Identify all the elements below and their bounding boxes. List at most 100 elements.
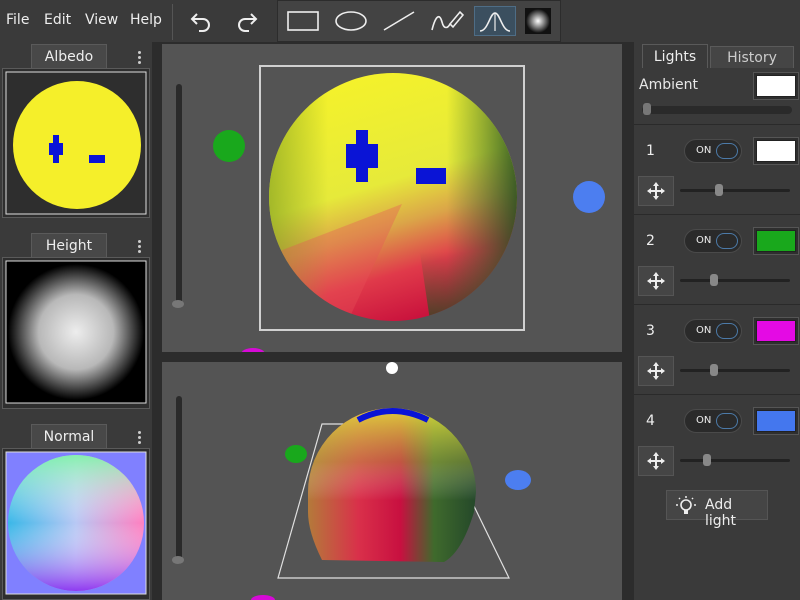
ambient-slider-knob[interactable] bbox=[643, 103, 651, 115]
tab-height[interactable]: Height bbox=[31, 233, 107, 257]
light-3-handle[interactable] bbox=[241, 348, 265, 352]
radial-gradient-tool[interactable] bbox=[520, 6, 556, 36]
layers-panel: Albedo Height Normal bbox=[0, 42, 152, 600]
menu-view[interactable]: View bbox=[85, 12, 118, 28]
light-3-handle-3d[interactable] bbox=[251, 595, 275, 600]
move-icon bbox=[647, 182, 665, 200]
tool-palette bbox=[277, 0, 561, 42]
normal-thumbnail-frame bbox=[2, 448, 150, 600]
menu-help[interactable]: Help bbox=[130, 12, 162, 28]
light-3-color-picker[interactable] bbox=[753, 317, 799, 345]
move-icon bbox=[647, 452, 665, 470]
divider bbox=[634, 304, 800, 305]
light-3-move-button[interactable] bbox=[638, 356, 674, 386]
bump-curve-icon bbox=[479, 12, 511, 32]
line-tool[interactable] bbox=[378, 6, 420, 36]
light-1-slider-knob[interactable] bbox=[715, 184, 723, 196]
radial-gradient-icon bbox=[525, 8, 551, 34]
ambient-slider[interactable] bbox=[642, 106, 792, 114]
lightbulb-icon bbox=[676, 496, 696, 514]
light-3-toggle[interactable]: ON bbox=[684, 319, 742, 343]
sphere-preview bbox=[269, 73, 517, 321]
normal-menu-icon[interactable] bbox=[138, 429, 142, 446]
light-1-toggle[interactable]: ON bbox=[684, 139, 742, 163]
light-1-color-picker[interactable] bbox=[753, 137, 799, 165]
bump-curve-tool[interactable] bbox=[474, 6, 516, 36]
light-2-handle[interactable] bbox=[213, 130, 245, 162]
toggle-knob bbox=[716, 143, 738, 159]
add-light-button[interactable]: Add light bbox=[666, 490, 768, 529]
divider bbox=[634, 214, 800, 215]
light-1-slider[interactable] bbox=[680, 189, 790, 192]
light-2-toggle[interactable]: ON bbox=[684, 229, 742, 253]
light-3-slider-knob[interactable] bbox=[710, 364, 718, 376]
light-2-swatch bbox=[756, 230, 796, 252]
menu-separator bbox=[172, 4, 173, 40]
light-4-handle[interactable] bbox=[573, 181, 605, 213]
light-1-handle[interactable] bbox=[386, 362, 398, 374]
albedo-thumbnail[interactable] bbox=[3, 69, 149, 217]
ellipse-icon bbox=[335, 11, 367, 31]
normal-thumbnail[interactable] bbox=[3, 449, 149, 599]
pencil-icon bbox=[431, 10, 464, 31]
light-2-handle-3d[interactable] bbox=[285, 445, 307, 463]
light-2-slider-knob[interactable] bbox=[710, 274, 718, 286]
light-4-slider-knob[interactable] bbox=[703, 454, 711, 466]
height-menu-icon[interactable] bbox=[138, 238, 142, 255]
rectangle-tool[interactable] bbox=[282, 6, 324, 36]
menu-edit[interactable]: Edit bbox=[44, 12, 71, 28]
ambient-label: Ambient bbox=[639, 77, 698, 93]
tab-normal[interactable]: Normal bbox=[31, 424, 107, 448]
zoom-slider-track-3d[interactable] bbox=[176, 396, 182, 564]
tab-albedo[interactable]: Albedo bbox=[31, 44, 107, 68]
light-2-color-picker[interactable] bbox=[753, 227, 799, 255]
viewport-area bbox=[152, 42, 634, 600]
divider bbox=[634, 124, 800, 125]
lights-panel: Lights History Ambient 1 ON 2 ON 3 ON 4 … bbox=[634, 42, 800, 600]
height-thumbnail-frame bbox=[2, 257, 150, 409]
light-1-move-button[interactable] bbox=[638, 176, 674, 206]
albedo-menu-icon[interactable] bbox=[138, 49, 142, 66]
albedo-mark-1-bar bbox=[346, 144, 378, 168]
light-4-move-button[interactable] bbox=[638, 446, 674, 476]
zoom-slider-knob[interactable] bbox=[172, 300, 184, 308]
redo-button[interactable] bbox=[234, 8, 260, 34]
light-4-swatch bbox=[756, 410, 796, 432]
light-3-number: 3 bbox=[646, 323, 655, 339]
toggle-knob bbox=[716, 413, 738, 429]
tab-history[interactable]: History bbox=[710, 46, 794, 68]
light-1-state: ON bbox=[696, 145, 712, 156]
light-1-swatch bbox=[756, 140, 796, 162]
light-4-slider[interactable] bbox=[680, 459, 790, 462]
light-1-number: 1 bbox=[646, 143, 655, 159]
viewport-3d[interactable] bbox=[162, 362, 622, 600]
ambient-color-picker[interactable] bbox=[753, 72, 799, 100]
light-3-swatch bbox=[756, 320, 796, 342]
ellipse-tool[interactable] bbox=[330, 6, 372, 36]
toggle-knob bbox=[716, 233, 738, 249]
light-4-toggle[interactable]: ON bbox=[684, 409, 742, 433]
undo-icon bbox=[190, 13, 210, 32]
menu-file[interactable]: File bbox=[6, 12, 29, 28]
brush-tool[interactable] bbox=[426, 6, 468, 36]
undo-button[interactable] bbox=[188, 8, 214, 34]
light-2-state: ON bbox=[696, 235, 712, 246]
light-4-handle-3d[interactable] bbox=[505, 470, 531, 490]
albedo-thumbnail-frame bbox=[2, 68, 150, 218]
zoom-slider-track[interactable] bbox=[176, 84, 182, 306]
light-4-state: ON bbox=[696, 415, 712, 426]
move-icon bbox=[647, 272, 665, 290]
redo-icon bbox=[238, 13, 258, 32]
light-4-number: 4 bbox=[646, 413, 655, 429]
zoom-slider-knob-3d[interactable] bbox=[172, 556, 184, 564]
toggle-knob bbox=[716, 323, 738, 339]
light-2-slider[interactable] bbox=[680, 279, 790, 282]
light-2-move-button[interactable] bbox=[638, 266, 674, 296]
height-thumbnail[interactable] bbox=[3, 258, 149, 408]
viewport-2d[interactable] bbox=[162, 44, 622, 352]
light-3-slider[interactable] bbox=[680, 369, 790, 372]
tab-lights[interactable]: Lights bbox=[642, 44, 708, 68]
ambient-swatch bbox=[756, 75, 796, 97]
light-4-color-picker[interactable] bbox=[753, 407, 799, 435]
move-icon bbox=[647, 362, 665, 380]
